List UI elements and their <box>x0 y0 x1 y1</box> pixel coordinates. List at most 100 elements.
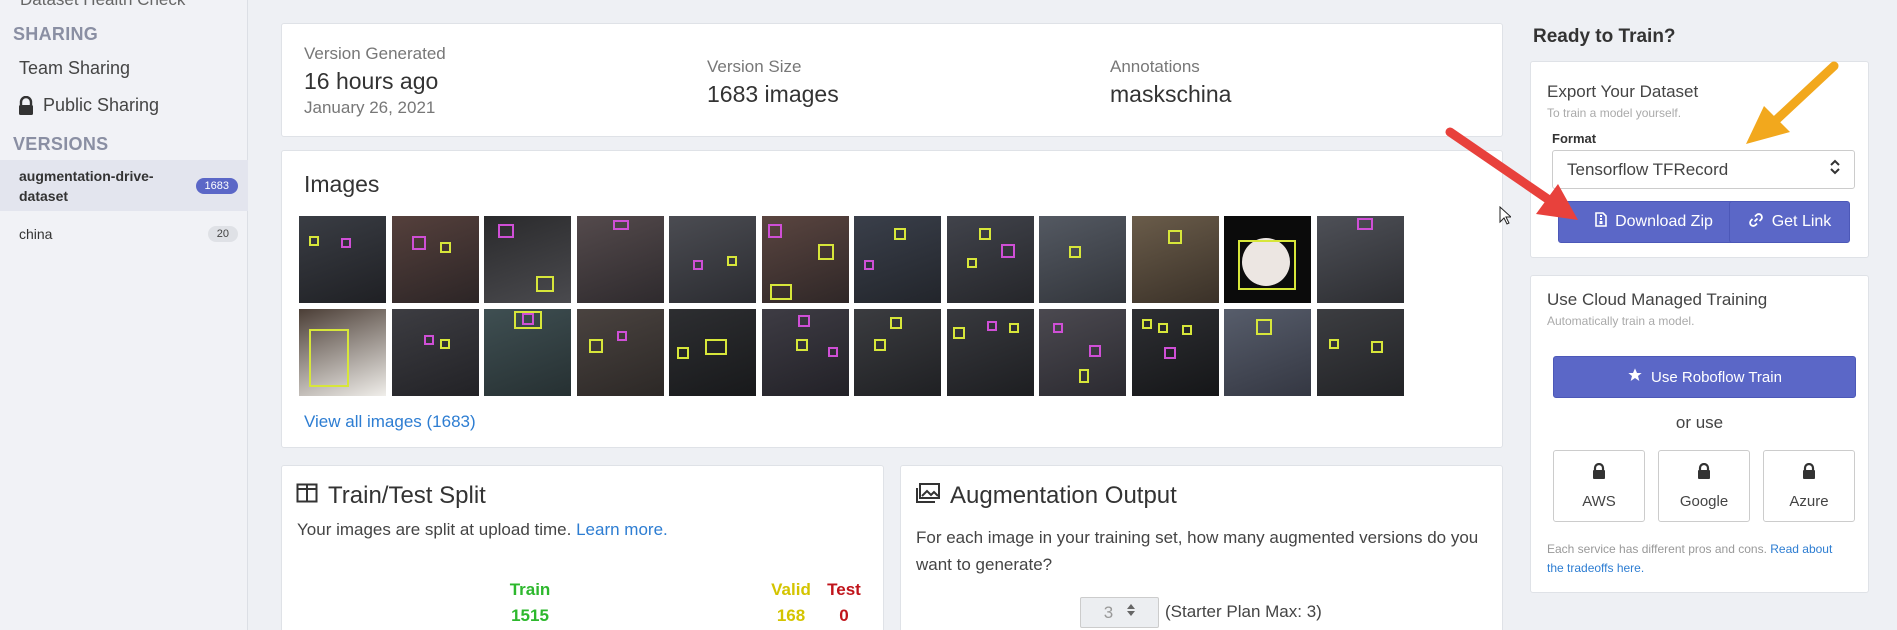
stepper-arrows-icon[interactable] <box>1127 603 1136 622</box>
orange-arrow-annotation <box>1746 61 1839 144</box>
red-arrow-annotation <box>1445 127 1578 220</box>
image-thumbnail[interactable] <box>576 216 664 303</box>
get-link-label: Get Link <box>1771 213 1832 230</box>
image-thumbnail[interactable] <box>761 216 849 303</box>
or-use-text: or use <box>1675 413 1724 432</box>
link-icon <box>1748 212 1764 233</box>
azure-label: Azure <box>1789 492 1829 510</box>
ready-to-train-title: Ready to Train? <box>1533 26 1676 47</box>
image-thumbnail[interactable] <box>1131 216 1219 303</box>
versions-heading: VERSIONS <box>13 134 109 154</box>
test-label: Test <box>827 580 861 599</box>
augmentation-output-card: Augmentation Output For each image in yo… <box>900 465 1503 630</box>
sidebar-item-label: Team Sharing <box>19 58 131 78</box>
train-value: 1515 <box>511 606 549 625</box>
sidebar-item-label: Public Sharing <box>43 95 160 115</box>
version-generated-date: January 26, 2021 <box>304 98 436 117</box>
google-label: Google <box>1679 492 1729 510</box>
lock-icon <box>1802 462 1816 483</box>
file-zip-icon <box>1595 212 1607 232</box>
image-thumbnail[interactable] <box>484 216 571 303</box>
augmentation-description: For each image in your training set, how… <box>916 528 1479 574</box>
version-count-badge: 1683 <box>195 177 238 194</box>
split-title: Train/Test Split <box>328 482 486 509</box>
image-thumbnail[interactable] <box>1316 309 1404 396</box>
export-subtitle: To train a model yourself. <box>1547 106 1682 120</box>
aws-label: AWS <box>1582 492 1616 510</box>
lock-icon <box>17 95 37 116</box>
chevron-updown-icon <box>1830 159 1840 180</box>
annotations-value: maskschina <box>1110 81 1232 107</box>
image-thumbnail[interactable] <box>854 309 941 396</box>
test-value: 0 <box>839 606 849 625</box>
train-test-split-card: Train/Test Split Your images are split a… <box>281 465 884 630</box>
image-thumbnail[interactable] <box>1039 216 1126 303</box>
split-description: Your images are split at upload time. <box>297 520 572 539</box>
train-label: Train <box>509 580 551 599</box>
image-thumbnail[interactable] <box>299 309 386 396</box>
version-count-badge: 20 <box>207 226 238 242</box>
augmentation-title: Augmentation Output <box>950 482 1177 509</box>
image-thumbnail[interactable] <box>946 309 1034 396</box>
valid-label: Valid <box>771 580 811 599</box>
cloud-title: Use Cloud Managed Training <box>1547 290 1768 309</box>
get-link-button[interactable]: Get Link <box>1729 201 1850 243</box>
augmentation-stepper[interactable]: 3 <box>1080 597 1159 628</box>
image-thumbnail[interactable] <box>391 309 479 396</box>
lock-icon <box>1592 462 1606 483</box>
images-title: Images <box>304 171 380 197</box>
image-thumbnail[interactable] <box>484 309 571 396</box>
image-thumbnail[interactable] <box>669 216 756 303</box>
image-thumbnail[interactable] <box>854 216 941 303</box>
version-size-label: Version Size <box>707 57 802 76</box>
version-generated-value: 16 hours ago <box>304 68 439 94</box>
cloud-training-card: Use Cloud Managed Training Automatically… <box>1530 275 1869 593</box>
split-icon <box>296 482 318 510</box>
image-thumbnail[interactable] <box>669 309 756 396</box>
azure-button[interactable]: Azure <box>1763 450 1855 522</box>
sidebar-item-public-sharing[interactable]: Public Sharing <box>17 95 159 116</box>
sidebar: Dataset Health Check SHARING Team Sharin… <box>0 0 248 630</box>
valid-value: 168 <box>776 606 806 625</box>
image-thumbnail[interactable] <box>1224 309 1311 396</box>
sharing-heading: SHARING <box>13 24 99 44</box>
view-all-images-link[interactable]: View all images (1683) <box>304 412 476 432</box>
plan-max-note: (Starter Plan Max: 3) <box>1165 602 1322 621</box>
images-icon <box>916 482 940 510</box>
image-thumbnail[interactable] <box>299 216 386 303</box>
stepper-value: 3 <box>1103 602 1114 622</box>
star-icon <box>1627 367 1643 387</box>
version-name: augmentation-drive-dataset <box>19 167 154 204</box>
format-select-value: Tensorflow TFRecord <box>1567 159 1729 179</box>
cloud-subtitle: Automatically train a model. <box>1547 314 1695 328</box>
tradeoffs-note-text: Each service has different pros and cons… <box>1547 542 1767 556</box>
image-thumbnail[interactable] <box>576 309 664 396</box>
image-thumbnail[interactable] <box>1039 309 1126 396</box>
use-roboflow-train-button[interactable]: Use Roboflow Train <box>1553 356 1856 398</box>
image-thumbnail[interactable] <box>1224 216 1311 303</box>
image-thumbnail[interactable] <box>761 309 849 396</box>
version-item-china[interactable]: china 20 <box>0 222 248 246</box>
version-size-value: 1683 images <box>707 81 839 107</box>
image-thumbnail[interactable] <box>1316 216 1404 303</box>
image-thumbnail[interactable] <box>946 216 1034 303</box>
lock-icon <box>1697 462 1711 483</box>
download-zip-label: Download Zip <box>1615 213 1713 230</box>
format-select[interactable]: Tensorflow TFRecord <box>1552 150 1855 189</box>
image-thumbnail[interactable] <box>391 216 479 303</box>
learn-more-link[interactable]: Learn more. <box>576 520 668 539</box>
annotations-label: Annotations <box>1110 57 1200 76</box>
google-button[interactable]: Google <box>1658 450 1750 522</box>
version-name: china <box>19 226 53 242</box>
image-thumbnails <box>299 216 1404 396</box>
version-item-augmentation-drive-dataset[interactable]: augmentation-drive-dataset 1683 <box>0 160 248 211</box>
tradeoffs-note: Each service has different pros and cons… <box>1547 540 1852 578</box>
sidebar-item-team-sharing[interactable]: Team Sharing <box>19 58 130 79</box>
version-generated-label: Version Generated <box>304 44 446 63</box>
roboflow-train-label: Use Roboflow Train <box>1651 368 1782 386</box>
image-thumbnail[interactable] <box>1131 309 1219 396</box>
sidebar-item-health-check[interactable]: Dataset Health Check <box>20 0 185 10</box>
version-info-card: Version Generated 16 hours ago January 2… <box>281 23 1503 137</box>
aws-button[interactable]: AWS <box>1553 450 1645 522</box>
split-description-row: Your images are split at upload time. Le… <box>297 520 668 540</box>
